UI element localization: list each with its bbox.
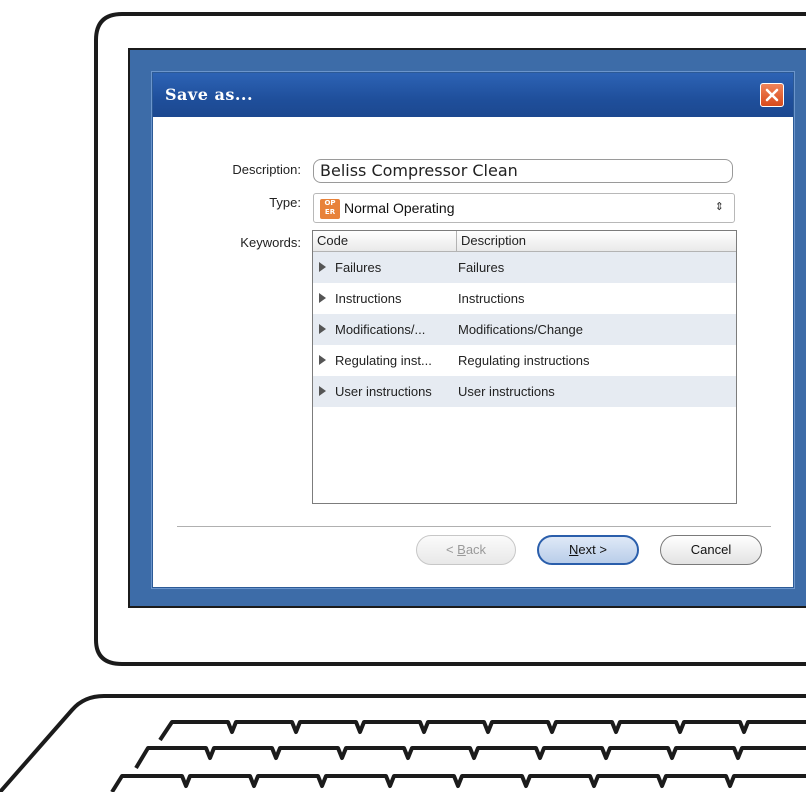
- row-description: Instructions: [458, 291, 525, 306]
- row-description: User instructions: [458, 384, 555, 399]
- row-description: Modifications/Change: [458, 322, 584, 337]
- description-field[interactable]: Beliss Compressor Clean: [313, 159, 733, 183]
- triangle-right-icon[interactable]: [319, 262, 326, 272]
- operating-type-icon: OP ER: [320, 199, 340, 219]
- column-header-description[interactable]: Description: [461, 233, 526, 248]
- triangle-right-icon[interactable]: [319, 386, 326, 396]
- dialog-titlebar[interactable]: Save as...: [153, 73, 793, 117]
- row-code: User instructions: [335, 384, 432, 399]
- cancel-button[interactable]: Cancel: [660, 535, 762, 565]
- type-label: Type:: [269, 195, 301, 210]
- table-row[interactable]: Failures Failures: [313, 252, 736, 283]
- type-select[interactable]: OP ER Normal Operating ⇕: [313, 193, 735, 223]
- updown-arrow-icon: ⇕: [714, 200, 724, 213]
- dialog-title: Save as...: [165, 85, 254, 104]
- row-description: Failures: [458, 260, 505, 275]
- table-row[interactable]: Modifications/... Modifications/Change: [313, 314, 736, 345]
- row-code: Modifications/...: [335, 322, 426, 337]
- table-row[interactable]: Regulating inst... Regulating instructio…: [313, 345, 736, 376]
- table-row[interactable]: User instructions User instructions: [313, 376, 736, 407]
- column-separator[interactable]: [456, 231, 457, 251]
- button-divider: [177, 526, 771, 527]
- close-x-icon: [765, 88, 779, 102]
- save-as-dialog: Save as... Description: Beliss Compresso…: [152, 72, 794, 588]
- triangle-right-icon[interactable]: [319, 293, 326, 303]
- row-code: Failures: [335, 260, 382, 275]
- type-selected-value: Normal Operating: [344, 200, 455, 216]
- next-button[interactable]: Next >: [537, 535, 639, 565]
- keywords-label: Keywords:: [240, 235, 301, 250]
- column-header-code[interactable]: Code: [317, 233, 348, 248]
- table-row[interactable]: Instructions Instructions: [313, 283, 736, 314]
- triangle-right-icon[interactable]: [319, 324, 326, 334]
- keywords-table[interactable]: Code Description Failures Failures Instr…: [312, 230, 737, 504]
- back-button[interactable]: < Back: [416, 535, 516, 565]
- triangle-right-icon[interactable]: [319, 355, 326, 365]
- keywords-table-header: Code Description: [313, 231, 736, 252]
- description-label: Description:: [232, 162, 301, 177]
- close-button[interactable]: [760, 83, 784, 107]
- row-description: Regulating instructions: [458, 353, 590, 368]
- row-code: Regulating inst...: [335, 353, 432, 368]
- row-code: Instructions: [335, 291, 402, 306]
